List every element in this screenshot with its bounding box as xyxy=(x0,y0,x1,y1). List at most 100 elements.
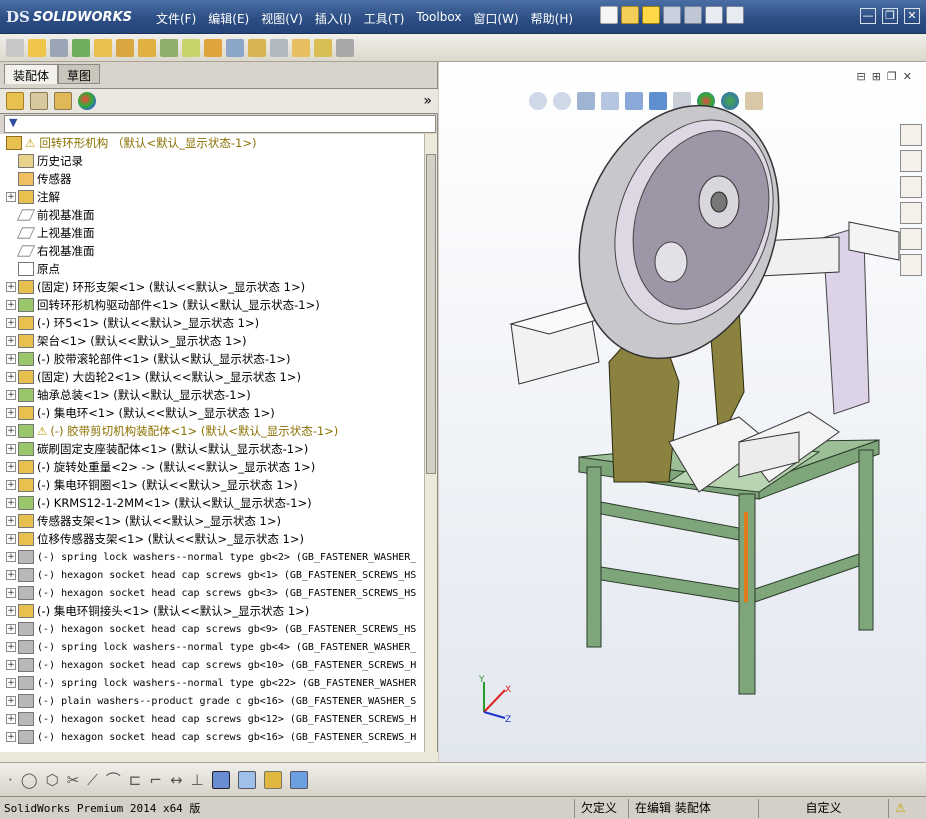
assembly-model[interactable]: Y X Z xyxy=(439,62,926,762)
view-palette-icon[interactable] xyxy=(900,202,922,224)
offset-tool-icon[interactable]: ⊏ xyxy=(129,771,142,789)
instant3d-icon[interactable] xyxy=(314,38,332,57)
tab-sketch[interactable]: 草图 xyxy=(58,64,101,84)
menu-tools[interactable]: 工具(T) xyxy=(358,8,411,29)
design-library-icon[interactable] xyxy=(900,150,922,172)
smart-fasteners-icon[interactable] xyxy=(94,38,112,57)
assembly-features-icon[interactable] xyxy=(160,38,178,57)
tree-item[interactable]: + (-) 环5<1> (默认<<默认>_显示状态 1>) xyxy=(6,314,422,332)
expand-toggle-icon[interactable]: + xyxy=(6,372,16,382)
tree-filter-bar[interactable]: ▼ xyxy=(4,115,436,133)
trim-tool-icon[interactable]: ✂ xyxy=(67,771,80,789)
expand-toggle-icon[interactable]: + xyxy=(6,606,16,616)
tree-item[interactable]: 上视基准面 xyxy=(6,224,422,242)
tree-item[interactable]: + (-) hexagon socket head cap screws gb<3… xyxy=(6,584,422,602)
print-icon[interactable] xyxy=(663,6,681,24)
tree-item[interactable]: + 回转环形机构驱动部件<1> (默认<默认_显示状态-1>) xyxy=(6,296,422,314)
expand-toggle-icon[interactable]: + xyxy=(6,678,16,688)
menu-view[interactable]: 视图(V) xyxy=(255,8,309,29)
tree-item[interactable]: + 位移传感器支架<1> (默认<<默认>_显示状态 1>) xyxy=(6,530,422,548)
select-arrow-icon[interactable] xyxy=(705,6,723,24)
menu-edit[interactable]: 编辑(E) xyxy=(202,8,255,29)
menu-toolbox[interactable]: Toolbox xyxy=(410,8,467,29)
tree-vertical-scrollbar[interactable] xyxy=(424,134,437,752)
fillet-tool-icon[interactable]: ⌒ xyxy=(106,769,121,790)
large-assembly-mode-icon[interactable] xyxy=(336,38,354,57)
task-pane-home-icon[interactable] xyxy=(900,124,922,146)
tree-item[interactable]: + (-) 集电环铜圈<1> (默认<<默认>_显示状态 1>) xyxy=(6,476,422,494)
dimension-tool-icon[interactable]: ↔ xyxy=(170,771,183,789)
tree-item[interactable]: + (-) hexagon socket head cap screws gb<1… xyxy=(6,656,422,674)
menu-window[interactable]: 窗口(W) xyxy=(467,8,524,29)
mirror-tool-icon[interactable]: ⟋ xyxy=(87,771,98,789)
sketch-grid-icon[interactable] xyxy=(263,770,282,789)
tree-item[interactable]: + (-) spring lock washers--normal type gb… xyxy=(6,638,422,656)
configuration-manager-tab-icon[interactable] xyxy=(54,92,72,110)
solidworks-logo[interactable]: DS SOLIDWORKS xyxy=(6,5,134,29)
new-part-icon[interactable] xyxy=(28,38,46,57)
show-hidden-icon[interactable] xyxy=(138,38,156,57)
explode-line-icon[interactable] xyxy=(270,38,288,57)
circle-tool-icon[interactable]: ◯ xyxy=(21,771,38,789)
tree-item[interactable]: + (-) hexagon socket head cap screws gb<9… xyxy=(6,620,422,638)
expand-toggle-icon[interactable]: + xyxy=(6,390,16,400)
tree-item[interactable]: + (-) 集电环<1> (默认<<默认>_显示状态 1>) xyxy=(6,404,422,422)
tree-item[interactable]: + (-) 胶带滚轮部件<1> (默认<默认_显示状态-1>) xyxy=(6,350,422,368)
property-manager-tab-icon[interactable] xyxy=(30,92,48,110)
tree-item[interactable]: + (固定) 大齿轮2<1> (默认<<默认>_显示状态 1>) xyxy=(6,368,422,386)
tree-item[interactable]: 前视基准面 xyxy=(6,206,422,224)
expand-toggle-icon[interactable]: + xyxy=(6,300,16,310)
rebuild-warning-icon[interactable] xyxy=(642,6,660,24)
new-document-icon[interactable] xyxy=(600,6,618,24)
tree-item[interactable]: 右视基准面 xyxy=(6,242,422,260)
expand-toggle-icon[interactable]: + xyxy=(6,642,16,652)
expand-toggle-icon[interactable]: + xyxy=(6,480,16,490)
tree-item[interactable]: + ⚠ (-) 胶带剪切机构装配体<1> (默认<默认_显示状态-1>) xyxy=(6,422,422,440)
new-motion-study-icon[interactable] xyxy=(204,38,222,57)
interference-detection-icon[interactable] xyxy=(292,38,310,57)
tree-item[interactable]: 传感器 xyxy=(6,170,422,188)
tree-item[interactable]: + 碳刷固定支座装配体<1> (默认<默认_显示状态-1>) xyxy=(6,440,422,458)
expand-toggle-icon[interactable]: + xyxy=(6,444,16,454)
tree-item[interactable]: + (-) 集电环铜接头<1> (默认<<默认>_显示状态 1>) xyxy=(6,602,422,620)
tree-item[interactable]: + (-) KRMS12-1-2MM<1> (默认<默认_显示状态-1>) xyxy=(6,494,422,512)
custom-properties-icon[interactable] xyxy=(900,254,922,276)
tree-item[interactable]: + 轴承总装<1> (默认<默认_显示状态-1>) xyxy=(6,386,422,404)
expand-toggle-icon[interactable]: + xyxy=(6,696,16,706)
tree-root[interactable]: ⚠ 回转环形机构 （默认<默认_显示状态-1>) xyxy=(6,134,422,152)
tree-item[interactable]: + (-) spring lock washers--normal type gb… xyxy=(6,548,422,566)
expand-toggle-icon[interactable]: + xyxy=(6,498,16,508)
insert-component-icon[interactable] xyxy=(6,38,24,57)
undo-icon[interactable] xyxy=(684,6,702,24)
help-icon[interactable] xyxy=(726,6,744,24)
menu-file[interactable]: 文件(F) xyxy=(150,8,202,29)
display-manager-tab-icon[interactable] xyxy=(78,92,96,110)
isometric-view-icon[interactable] xyxy=(237,770,256,789)
expand-toggle-icon[interactable]: + xyxy=(6,552,16,562)
file-explorer-icon[interactable] xyxy=(900,176,922,198)
tree-item[interactable]: 历史记录 xyxy=(6,152,422,170)
tree-item[interactable]: + 传感器支架<1> (默认<<默认>_显示状态 1>) xyxy=(6,512,422,530)
expand-toggle-icon[interactable]: + xyxy=(6,732,16,742)
rebuild-status-icon[interactable]: ⚠ xyxy=(888,798,926,818)
expand-toggle-icon[interactable]: + xyxy=(6,336,16,346)
expand-toggle-icon[interactable]: + xyxy=(6,354,16,364)
corner-tool-icon[interactable]: ⌐ xyxy=(149,771,162,789)
expand-toggle-icon[interactable]: + xyxy=(6,534,16,544)
unit-system[interactable]: 自定义 xyxy=(758,798,888,818)
expand-toggle-icon[interactable]: + xyxy=(6,624,16,634)
point-tool-icon[interactable]: · xyxy=(8,771,13,789)
tree-item[interactable]: + 注解 xyxy=(6,188,422,206)
tree-item[interactable]: + (-) plain washers--product grade c gb<1… xyxy=(6,692,422,710)
menu-insert[interactable]: 插入(I) xyxy=(309,8,358,29)
linear-pattern-icon[interactable] xyxy=(72,38,90,57)
open-folder-icon[interactable] xyxy=(621,6,639,24)
tree-item[interactable]: + (固定) 环形支架<1> (默认<<默认>_显示状态 1>) xyxy=(6,278,422,296)
expand-toggle-icon[interactable]: + xyxy=(6,462,16,472)
expand-toggle-icon[interactable]: + xyxy=(6,282,16,292)
tree-item[interactable]: + (-) 旋转处重量<2> -> (默认<<默认>_显示状态 1>) xyxy=(6,458,422,476)
filter-icon[interactable]: ▼ xyxy=(9,116,17,129)
tree-item[interactable]: + (-) hexagon socket head cap screws gb<1… xyxy=(6,710,422,728)
expand-toggle-icon[interactable]: + xyxy=(6,426,16,436)
relation-tool-icon[interactable]: ⊥ xyxy=(191,771,204,789)
